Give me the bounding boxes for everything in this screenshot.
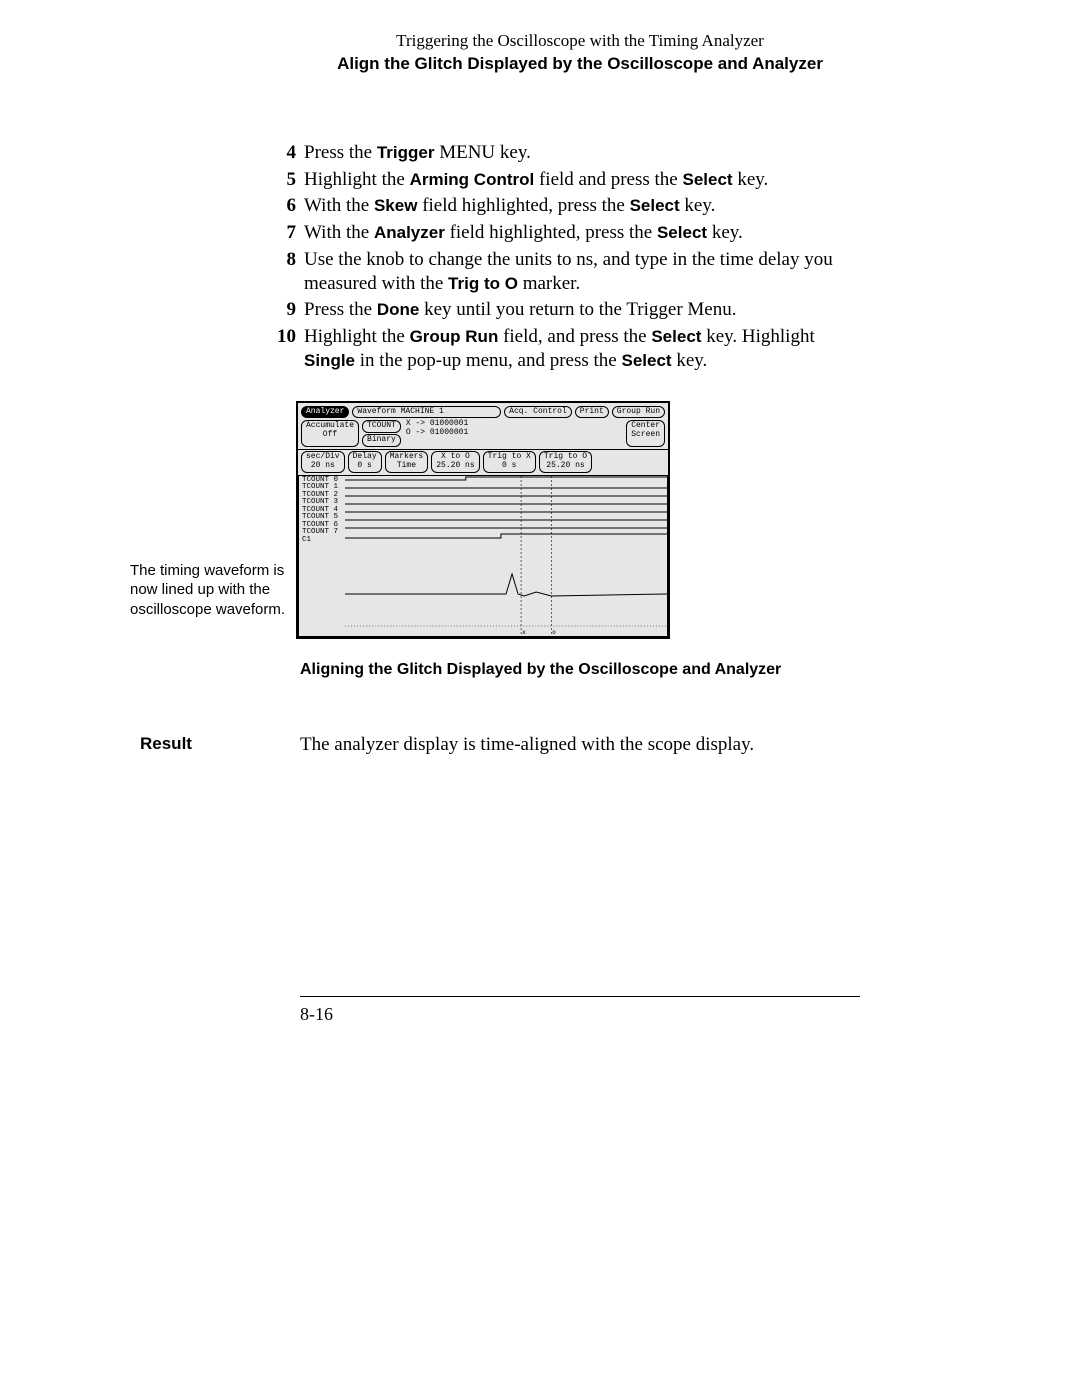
waveform-title: Waveform MACHINE 1	[352, 406, 501, 419]
step-item: 9 Press the Done key until you return to …	[270, 298, 860, 322]
bold-term: Select	[651, 327, 701, 346]
bold-term: Group Run	[410, 327, 499, 346]
bold-term: Trig to O	[448, 274, 518, 293]
acq-control-button: Acq. Control	[504, 406, 572, 419]
step-text: Highlight the Arming Control field and p…	[304, 168, 860, 192]
step-text: Highlight the Group Run field, and press…	[304, 325, 860, 373]
figure-caption: Aligning the Glitch Displayed by the Osc…	[300, 661, 1080, 679]
step-number: 8	[270, 248, 296, 296]
channel-label: C1	[299, 537, 345, 545]
result-label: Result	[140, 734, 300, 756]
step-text: With the Analyzer field highlighted, pre…	[304, 221, 860, 245]
document-page: Triggering the Oscilloscope with the Tim…	[0, 0, 1080, 1397]
trig-to-o-field: Trig to O 25.20 ns	[539, 451, 592, 473]
figure-side-note: The timing waveform is now lined up with…	[130, 561, 296, 620]
step-text: Press the Done key until you return to t…	[304, 298, 860, 322]
markers-field: Markers Time	[385, 451, 429, 473]
center-screen-button: Center Screen	[626, 420, 665, 447]
trig-to-x-field: Trig to X 0 s	[483, 451, 536, 473]
step-number: 4	[270, 141, 296, 165]
bold-term: Arming Control	[410, 170, 535, 189]
header-chapter: Triggering the Oscilloscope with the Tim…	[300, 30, 860, 53]
group-run-button: Group Run	[612, 406, 665, 419]
tcount-button: TCOUNT	[362, 420, 401, 433]
bold-term: Select	[630, 196, 680, 215]
scope-row-1: Analyzer Waveform MACHINE 1 Acq. Control…	[301, 406, 665, 419]
step-number: 6	[270, 194, 296, 218]
step-list: 4 Press the Trigger MENU key. 5 Highlight t…	[270, 141, 860, 373]
step-item: 7 With the Analyzer field highlighted, pr…	[270, 221, 860, 245]
bold-term: Done	[377, 300, 420, 319]
bold-term: Select	[622, 351, 672, 370]
xo-values: X -> 01000001 O -> 01000001	[406, 420, 468, 447]
figure-container: Analyzer Waveform MACHINE 1 Acq. Control…	[296, 401, 860, 639]
bold-term: Select	[682, 170, 732, 189]
step-item: 5 Highlight the Arming Control field and …	[270, 168, 860, 192]
step-text: Press the Trigger MENU key.	[304, 141, 860, 165]
delay-field: Delay 0 s	[348, 451, 382, 473]
channel-labels: TCOUNT 0TCOUNT 1TCOUNT 2TCOUNT 3TCOUNT 4…	[299, 476, 345, 636]
bold-term: Trigger	[377, 143, 435, 162]
svg-text:o: o	[552, 629, 556, 636]
step-item: 10Highlight the Group Run field, and pre…	[270, 325, 860, 373]
waveform-plot: x o	[345, 476, 667, 636]
accumulate-field: Accumulate Off	[301, 420, 359, 447]
bold-term: Single	[304, 351, 355, 370]
page-header: Triggering the Oscilloscope with the Tim…	[300, 30, 860, 76]
step-number: 9	[270, 298, 296, 322]
analyzer-button: Analyzer	[301, 406, 349, 419]
binary-button: Binary	[362, 434, 401, 447]
x-to-o-field: X to O 25.20 ns	[431, 451, 479, 473]
svg-text:x: x	[522, 629, 526, 636]
step-number: 5	[270, 168, 296, 192]
waveform-display: TCOUNT 0TCOUNT 1TCOUNT 2TCOUNT 3TCOUNT 4…	[298, 475, 668, 637]
page-number: 8-16	[300, 1004, 333, 1025]
result-block: Result The analyzer display is time-alig…	[140, 734, 860, 756]
print-button: Print	[575, 406, 609, 419]
footer-rule	[300, 996, 860, 997]
oscilloscope-screenshot: Analyzer Waveform MACHINE 1 Acq. Control…	[296, 401, 670, 639]
step-item: 4 Press the Trigger MENU key.	[270, 141, 860, 165]
step-text: Use the knob to change the units to ns, …	[304, 248, 860, 296]
step-text: With the Skew field highlighted, press t…	[304, 194, 860, 218]
secdiv-field: sec/Div 20 ns	[301, 451, 345, 473]
step-number: 10	[270, 325, 296, 373]
step-item: 6 With the Skew field highlighted, press …	[270, 194, 860, 218]
figure-row: The timing waveform is now lined up with…	[130, 401, 860, 639]
bold-term: Analyzer	[374, 223, 445, 242]
bold-term: Skew	[374, 196, 417, 215]
bold-term: Select	[657, 223, 707, 242]
scope-row-3: sec/Div 20 ns Delay 0 s Markers Time	[301, 451, 665, 473]
step-item: 8Use the knob to change the units to ns,…	[270, 248, 860, 296]
header-section: Align the Glitch Displayed by the Oscill…	[300, 53, 860, 76]
result-text: The analyzer display is time-aligned wit…	[300, 734, 860, 756]
scope-row-2: Accumulate Off TCOUNT Binary X -> 010000…	[301, 420, 665, 447]
step-number: 7	[270, 221, 296, 245]
